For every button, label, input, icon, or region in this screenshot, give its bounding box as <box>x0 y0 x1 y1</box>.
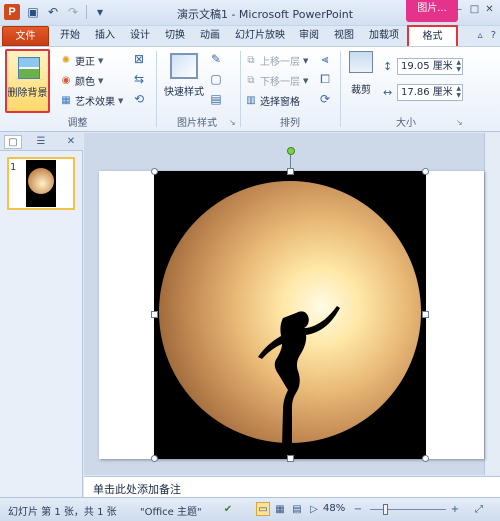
artistic-effects-button[interactable]: ▦ 艺术效果 ▼ <box>60 92 123 109</box>
zoom-out-button[interactable]: − <box>351 502 365 516</box>
width-icon: ↔ <box>383 86 393 99</box>
picture-layout-icon[interactable]: ▤ <box>209 92 223 106</box>
tab-review[interactable]: 审阅 <box>294 26 324 46</box>
slideshow-view-icon[interactable]: ▷ <box>307 502 321 516</box>
outline-tab-icon[interactable]: ☰ <box>32 135 50 149</box>
ribbon: 删除背景 ✺ 更正 ▼ ◉ 颜色 ▼ ▦ 艺术效果 ▼ ⊠ ⇆ ⟲ 调整 快速样… <box>0 46 500 132</box>
tab-animations[interactable]: 动画 <box>195 26 225 46</box>
help-icon[interactable]: ? <box>491 30 496 41</box>
ribbon-tabs: 文件 开始 插入 设计 切换 动画 幻灯片放映 审阅 视图 加载项 格式 ▵ ? <box>0 25 500 46</box>
quick-styles-button[interactable]: 快速样式 <box>162 51 206 113</box>
tab-design[interactable]: 设计 <box>125 26 155 46</box>
send-backward-button[interactable]: ⧉ 下移一层 ▼ <box>245 72 308 89</box>
notes-pane[interactable]: 单击此处添加备注 <box>84 476 500 497</box>
corrections-button[interactable]: ✺ 更正 ▼ <box>60 52 104 69</box>
resize-handle[interactable] <box>287 168 294 175</box>
slides-panel: ▢ ☰ ✕ 1 <box>0 133 83 497</box>
send-backward-icon: ⧉ <box>247 74 255 86</box>
close-button[interactable]: ✕ <box>483 4 496 17</box>
width-field[interactable]: 17.86 厘米 ▲ ▼ <box>397 84 463 101</box>
resize-handle[interactable] <box>422 311 429 318</box>
collapse-ribbon-icon[interactable]: ▵ <box>478 30 483 41</box>
resize-handle[interactable] <box>287 455 294 462</box>
bring-forward-button[interactable]: ⧉ 上移一层 ▼ <box>245 52 308 69</box>
remove-background-button[interactable]: 删除背景 <box>5 49 50 113</box>
tab-home[interactable]: 开始 <box>55 26 85 46</box>
chevron-down-icon: ▼ <box>98 76 104 85</box>
rotation-handle[interactable] <box>287 147 295 155</box>
theme-name: "Office 主题" <box>140 507 202 518</box>
tab-insert[interactable]: 插入 <box>90 26 120 46</box>
picture-styles-group-label: 图片样式 <box>177 118 217 129</box>
zoom-level[interactable]: 48% <box>323 503 345 514</box>
crop-button[interactable]: 裁剪 <box>347 51 375 111</box>
zoom-in-button[interactable]: + <box>448 502 462 516</box>
resize-handle[interactable] <box>422 168 429 175</box>
reading-view-icon[interactable]: ▤ <box>290 502 304 516</box>
picture-effects-icon[interactable]: ▢ <box>209 72 223 86</box>
status-bar: 幻灯片 第 1 张，共 1 张 "Office 主题" ✔ ▭ ▦ ▤ ▷ 48… <box>0 497 500 521</box>
tab-view[interactable]: 视图 <box>329 26 359 46</box>
zoom-slider[interactable] <box>370 509 446 510</box>
change-picture-icon[interactable]: ⇆ <box>132 72 146 86</box>
height-field[interactable]: 19.05 厘米 ▲ ▼ <box>397 58 463 75</box>
title-bar: P ▣ ↶ ↷ ▾ 演示文稿1 - Microsoft PowerPoint 图… <box>0 0 500 26</box>
chevron-down-icon: ▼ <box>303 76 309 85</box>
spell-check-icon[interactable]: ✔ <box>221 502 235 516</box>
reset-picture-icon[interactable]: ⟲ <box>132 92 146 106</box>
rotate-icon[interactable]: ⟳ <box>318 92 332 106</box>
zoom-slider-thumb[interactable] <box>383 504 388 515</box>
tab-file[interactable]: 文件 <box>2 26 49 46</box>
notes-placeholder: 单击此处添加备注 <box>93 483 181 496</box>
resize-handle[interactable] <box>151 311 158 318</box>
chevron-down-icon: ▼ <box>118 96 124 105</box>
artistic-effects-icon: ▦ <box>61 94 71 106</box>
picture-tools-context-title: 图片... <box>406 0 458 22</box>
adjust-group-label: 调整 <box>67 118 88 129</box>
slides-tab-icon[interactable]: ▢ <box>4 135 22 149</box>
remove-background-icon <box>18 57 40 79</box>
chevron-down-icon: ▼ <box>98 56 104 65</box>
dialog-launcher-icon[interactable]: ↘ <box>456 118 463 127</box>
slide-count: 幻灯片 第 1 张，共 1 张 <box>8 507 117 518</box>
align-icon[interactable]: ⫷ <box>318 52 332 66</box>
vertical-scrollbar[interactable] <box>484 133 500 475</box>
chevron-down-icon: ▼ <box>303 56 309 65</box>
tab-transitions[interactable]: 切换 <box>160 26 190 46</box>
resize-handle[interactable] <box>151 455 158 462</box>
arrange-group-label: 排列 <box>280 118 300 129</box>
resize-handle[interactable] <box>151 168 158 175</box>
sun-icon: ✺ <box>61 54 71 66</box>
color-button[interactable]: ◉ 颜色 ▼ <box>60 72 104 89</box>
height-icon: ↕ <box>383 60 393 73</box>
slide-thumbnail[interactable] <box>7 157 75 210</box>
spinner-icon[interactable]: ▲ ▼ <box>456 59 461 73</box>
tab-addins[interactable]: 加载项 <box>364 26 404 46</box>
bring-forward-icon: ⧉ <box>247 54 255 66</box>
tab-format[interactable]: 格式 <box>407 25 458 46</box>
selection-pane-button[interactable]: ▥ 选择窗格 <box>245 92 300 109</box>
quick-styles-icon <box>170 53 198 79</box>
resize-handle[interactable] <box>422 455 429 462</box>
tab-slideshow[interactable]: 幻灯片放映 <box>231 26 289 46</box>
maximize-button[interactable]: □ <box>468 4 481 17</box>
spinner-icon[interactable]: ▲ ▼ <box>456 85 461 99</box>
crop-icon <box>349 51 373 73</box>
close-panel-icon[interactable]: ✕ <box>62 135 80 149</box>
normal-view-icon[interactable]: ▭ <box>256 502 270 516</box>
group-icon[interactable]: ⧠ <box>318 72 332 86</box>
size-group-label: 大小 <box>396 118 416 129</box>
slide-number: 1 <box>10 162 17 173</box>
slide-sorter-icon[interactable]: ▦ <box>273 502 287 516</box>
selected-picture[interactable] <box>154 171 426 459</box>
selection-pane-icon: ▥ <box>246 94 256 106</box>
compress-pictures-icon[interactable]: ⊠ <box>132 52 146 66</box>
picture-border-icon[interactable]: ✎ <box>209 52 223 66</box>
minimize-button[interactable]: – <box>453 4 466 17</box>
dancer-silhouette-icon <box>258 306 340 446</box>
color-palette-icon: ◉ <box>61 74 71 86</box>
fit-to-window-icon[interactable]: ⤢ <box>472 502 486 516</box>
dialog-launcher-icon[interactable]: ↘ <box>229 118 236 127</box>
